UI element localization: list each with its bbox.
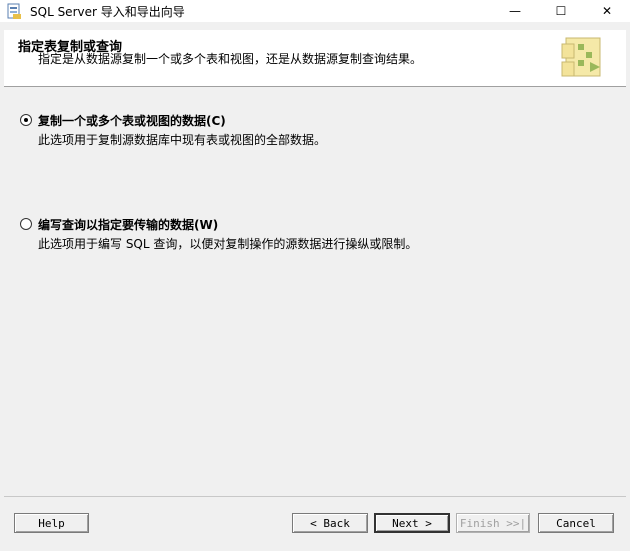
radio-copy-tables[interactable]	[20, 114, 32, 126]
app-icon	[7, 3, 21, 19]
maximize-icon: ☐	[555, 4, 567, 18]
wizard-header: 指定表复制或查询 指定是从数据源复制一个或多个表和视图，还是从数据源复制查询结果…	[4, 30, 626, 87]
wizard-logo-icon	[561, 37, 601, 77]
option-copy-tables[interactable]: 复制一个或多个表或视图的数据(C) 此选项用于复制源数据库中现有表或视图的全部数…	[20, 112, 600, 152]
maximize-button[interactable]: ☐	[538, 0, 584, 22]
finish-button: Finish >>|	[456, 513, 530, 533]
title-bar: SQL Server 导入和导出向导 — ☐ ✕	[0, 0, 630, 22]
page-subtitle: 指定是从数据源复制一个或多个表和视图，还是从数据源复制查询结果。	[38, 52, 423, 66]
close-button[interactable]: ✕	[584, 0, 630, 22]
next-button[interactable]: Next >	[374, 513, 450, 533]
radio-write-query[interactable]	[20, 218, 32, 230]
option-write-query[interactable]: 编写查询以指定要传输的数据(W) 此选项用于编写 SQL 查询，以便对复制操作的…	[20, 216, 600, 256]
option-copy-tables-description: 此选项用于复制源数据库中现有表或视图的全部数据。	[38, 133, 327, 147]
cancel-button[interactable]: Cancel	[538, 513, 614, 533]
option-write-query-description: 此选项用于编写 SQL 查询，以便对复制操作的源数据进行操纵或限制。	[38, 237, 418, 251]
close-icon: ✕	[601, 4, 613, 18]
minimize-button[interactable]: —	[492, 0, 538, 22]
option-write-query-label[interactable]: 编写查询以指定要传输的数据(W)	[38, 216, 218, 233]
footer-divider	[4, 496, 626, 497]
help-button[interactable]: Help	[14, 513, 89, 533]
back-button[interactable]: < Back	[292, 513, 368, 533]
window-title: SQL Server 导入和导出向导	[30, 5, 185, 19]
minimize-icon: —	[509, 4, 521, 18]
option-copy-tables-label[interactable]: 复制一个或多个表或视图的数据(C)	[38, 112, 226, 129]
